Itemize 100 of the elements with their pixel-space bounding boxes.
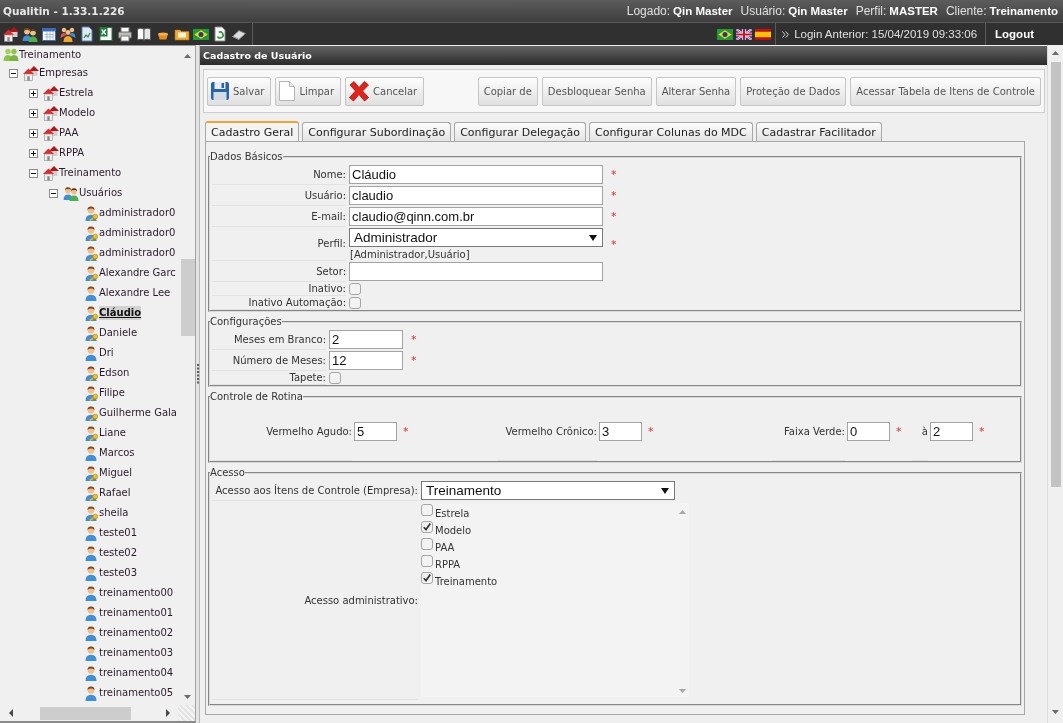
text-field[interactable]: 3 (599, 422, 642, 441)
tab[interactable]: Configurar Subordinação (302, 122, 452, 141)
grip-icon[interactable] (196, 364, 199, 384)
text-field[interactable]: 12 (329, 351, 403, 370)
dropdown[interactable]: Administrador (349, 228, 603, 247)
expand-icon[interactable] (29, 148, 38, 158)
scrollbar-thumb[interactable] (180, 259, 195, 336)
collapse-icon[interactable] (49, 188, 58, 198)
scroll-down-arrow-icon[interactable] (184, 695, 191, 699)
text-field[interactable]: 2 (930, 422, 973, 441)
printer-icon[interactable] (117, 26, 133, 42)
tree-item[interactable]: treinamento03 (99, 646, 174, 660)
checkbox[interactable] (421, 572, 433, 584)
checkbox[interactable] (421, 538, 433, 550)
people-icon[interactable] (60, 26, 76, 42)
checkbox[interactable] (421, 504, 433, 516)
action-button[interactable]: Salvar (207, 76, 272, 106)
checkbox-label[interactable]: Modelo (435, 525, 472, 537)
tree-item[interactable]: Liane (99, 426, 126, 440)
checkbox[interactable] (421, 555, 433, 567)
tree-item[interactable]: sheila (99, 506, 129, 520)
scroll-up-arrow-icon[interactable] (1052, 51, 1059, 55)
tree-item[interactable]: Dri (99, 346, 114, 360)
tree-item[interactable]: teste02 (99, 546, 138, 560)
action-button[interactable]: Cancelar (345, 76, 425, 106)
users-icon[interactable] (22, 26, 38, 42)
action-button[interactable]: Acessar Tabela de Itens de Controle (850, 76, 1041, 106)
spreadsheet-icon[interactable] (98, 26, 114, 42)
logout-link[interactable]: Logout (986, 28, 1063, 40)
checkbox-label[interactable]: Treinamento (435, 576, 498, 588)
tree-item[interactable]: teste03 (99, 566, 138, 580)
tree-item[interactable]: treinamento04 (99, 666, 174, 680)
checkbox-label[interactable]: Estrela (435, 508, 470, 520)
tree-item[interactable]: Edson (99, 366, 130, 380)
tree-item[interactable]: Alexandre Garc (99, 266, 176, 280)
vertical-scrollbar[interactable] (1047, 45, 1063, 723)
action-button[interactable]: Limpar (275, 76, 342, 106)
tree-item[interactable]: Cláudio (99, 306, 142, 320)
scroll-left-arrow-icon[interactable] (9, 709, 13, 717)
tree-item[interactable]: teste01 (99, 526, 138, 540)
expand-icon[interactable] (29, 88, 38, 98)
text-field[interactable]: Cláudio (349, 165, 603, 184)
tree-item[interactable]: Empresas (39, 66, 88, 80)
scroll-up-arrow-icon[interactable] (184, 54, 191, 58)
tree-item[interactable]: treinamento05 (99, 686, 174, 700)
scroll-right-arrow-icon[interactable] (166, 709, 170, 717)
collapse-icon[interactable] (9, 68, 18, 78)
chart-document-icon[interactable] (79, 26, 95, 42)
tree-item[interactable]: Estrela (59, 86, 94, 100)
tree-item[interactable]: Treinamento (59, 166, 122, 180)
tree-item[interactable]: Modelo (59, 106, 96, 120)
checkbox-label[interactable]: RPPA (435, 559, 461, 571)
dropdown[interactable]: Treinamento (421, 481, 675, 500)
tab[interactable]: Configurar Colunas do MDC (589, 122, 753, 141)
checkbox[interactable] (349, 283, 361, 295)
tab[interactable]: Configurar Delegação (454, 122, 586, 141)
book-icon[interactable] (136, 26, 152, 42)
tree-item[interactable]: Rafael (99, 486, 131, 500)
checkbox[interactable] (421, 521, 433, 533)
text-field[interactable]: claudio@qinn.com.br (349, 207, 603, 226)
tree-item[interactable]: Usuários (79, 186, 123, 200)
uk-flag-icon[interactable] (736, 28, 753, 40)
text-field[interactable] (349, 262, 603, 281)
refresh-document-icon[interactable] (212, 26, 228, 42)
text-field[interactable]: 5 (354, 422, 397, 441)
action-button[interactable]: Copiar de (477, 76, 538, 106)
tree-item[interactable]: treinamento01 (99, 606, 174, 620)
tab[interactable]: Cadastrar Facilitador (755, 122, 882, 141)
text-field[interactable]: claudio (349, 186, 603, 205)
spain-flag-icon[interactable] (755, 28, 772, 40)
expand-icon[interactable] (29, 108, 38, 118)
action-button[interactable]: Proteção de Dados (740, 76, 847, 106)
folder-icon[interactable] (174, 26, 190, 42)
tree-item[interactable]: administrador0 (99, 206, 176, 220)
tree-item[interactable]: treinamento00 (99, 586, 174, 600)
tree-item[interactable]: Marcos (99, 446, 135, 460)
scroll-down-arrow-icon[interactable] (1052, 710, 1059, 714)
tree-item[interactable]: PAA (59, 126, 79, 140)
checkbox-label[interactable]: PAA (435, 542, 455, 554)
checkbox[interactable] (349, 297, 361, 309)
tab[interactable]: Cadastro Geral (205, 121, 300, 141)
checkbox[interactable] (329, 372, 341, 384)
brazil-flag-icon[interactable] (717, 28, 734, 40)
scrollbar-thumb[interactable] (1050, 62, 1061, 487)
scrollbar-thumb[interactable] (40, 706, 131, 720)
tree-item[interactable]: administrador0 (99, 226, 176, 240)
tree-item[interactable]: administrador0 (99, 246, 176, 260)
tree-item[interactable]: Guilherme Gala (99, 406, 177, 420)
action-button[interactable]: Alterar Senha (655, 76, 737, 106)
collapse-icon[interactable] (29, 168, 38, 178)
tree-item[interactable]: Alexandre Lee (99, 286, 171, 300)
tree-item[interactable]: Daniele (99, 326, 138, 340)
tree-item[interactable]: RPPA (59, 146, 85, 160)
tree-item[interactable]: treinamento02 (99, 626, 174, 640)
tree-item[interactable]: Miguel (99, 466, 133, 480)
action-button[interactable]: Desbloquear Senha (541, 76, 652, 106)
tree-item[interactable]: Filipe (99, 386, 125, 400)
houses-icon[interactable] (3, 26, 19, 42)
text-field[interactable]: 0 (847, 422, 890, 441)
text-field[interactable]: 2 (329, 330, 403, 349)
